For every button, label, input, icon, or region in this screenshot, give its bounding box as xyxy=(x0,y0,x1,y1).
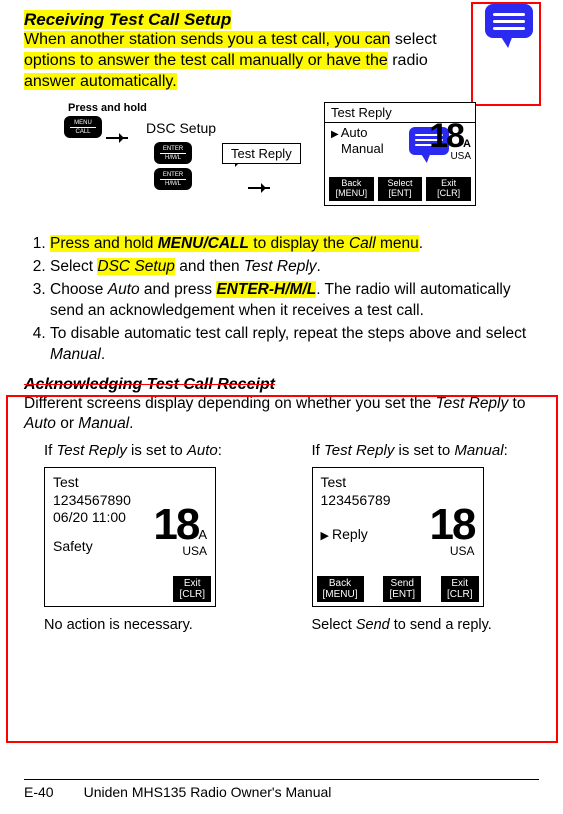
dsc-setup-label: DSC Setup xyxy=(146,120,216,136)
page-number: E-40 xyxy=(24,784,54,800)
lcd-test-reply: Test Reply ▶Auto Manual 18A USA Back[MEN… xyxy=(324,102,476,206)
page-footer: E-40 Uniden MHS135 Radio Owner's Manual xyxy=(24,779,539,800)
manual-note: Select Send to send a reply. xyxy=(312,617,540,633)
instruction-list: Press and hold MENU/CALL to display the … xyxy=(24,234,539,366)
enter-button-icon: ENTER H/M/L xyxy=(154,142,192,164)
press-hold-label: Press and hold xyxy=(68,102,147,114)
manual-column: If Test Reply is set to Manual: Test 123… xyxy=(312,442,540,633)
test-reply-box: Test Reply xyxy=(222,143,301,164)
channel-indicator: 18A USA xyxy=(153,505,207,559)
arrow-icon xyxy=(106,137,128,139)
lcd-safety-label: Safety xyxy=(53,538,93,554)
auto-caption: If Test Reply is set to Auto: xyxy=(44,442,272,459)
arrow-icon xyxy=(248,187,270,189)
step-1: Press and hold MENU/CALL to display the … xyxy=(50,234,539,255)
menu-call-button-icon: MENU CALL xyxy=(64,116,102,138)
step-4: To disable automatic test call reply, re… xyxy=(50,324,539,366)
lcd-reply-option: ▶ Reply xyxy=(321,526,368,542)
lcd-exit-button[interactable]: Exit[CLR] xyxy=(441,576,479,602)
manual-caption: If Test Reply is set to Manual: xyxy=(312,442,540,459)
section-intro: When another station sends you a test ca… xyxy=(24,30,539,92)
lcd-line: Test xyxy=(321,474,475,492)
channel-indicator: 18A USA xyxy=(429,119,471,162)
step-3: Choose Auto and press ENTER-H/M/L. The r… xyxy=(50,280,539,322)
note-bubble-icon xyxy=(485,4,533,38)
auto-column: If Test Reply is set to Auto: Test 12345… xyxy=(44,442,272,633)
lcd-line: Test xyxy=(53,474,207,492)
section-title: Receiving Test Call Setup xyxy=(24,10,539,30)
lcd-exit-button[interactable]: Exit[CLR] xyxy=(426,177,471,201)
step-2: Select DSC Setup and then Test Reply. xyxy=(50,257,539,278)
lcd-send-button[interactable]: Send[ENT] xyxy=(383,576,421,602)
footer-text: Uniden MHS135 Radio Owner's Manual xyxy=(84,784,332,800)
lcd-back-button[interactable]: Back[MENU] xyxy=(317,576,364,602)
subsection-title: Acknowledging Test Call Receipt xyxy=(24,376,539,394)
channel-indicator: 18 USA xyxy=(430,505,475,559)
enter-button-icon: ENTER H/M/L xyxy=(154,168,192,190)
lcd-manual: Test 123456789 ▶ Reply 18 USA Back[MENU]… xyxy=(312,467,484,607)
flow-diagram: Press and hold MENU CALL DSC Setup ENTER… xyxy=(24,102,539,222)
auto-note: No action is necessary. xyxy=(44,617,272,633)
lcd-back-button[interactable]: Back[MENU] xyxy=(329,177,374,201)
lcd-exit-button[interactable]: Exit[CLR] xyxy=(173,576,211,602)
lcd-select-button[interactable]: Select[ENT] xyxy=(378,177,423,201)
lcd-auto: Test 1234567890 06/20 11:00 Safety 18A U… xyxy=(44,467,216,607)
subsection-desc: Different screens display depending on w… xyxy=(24,394,539,434)
